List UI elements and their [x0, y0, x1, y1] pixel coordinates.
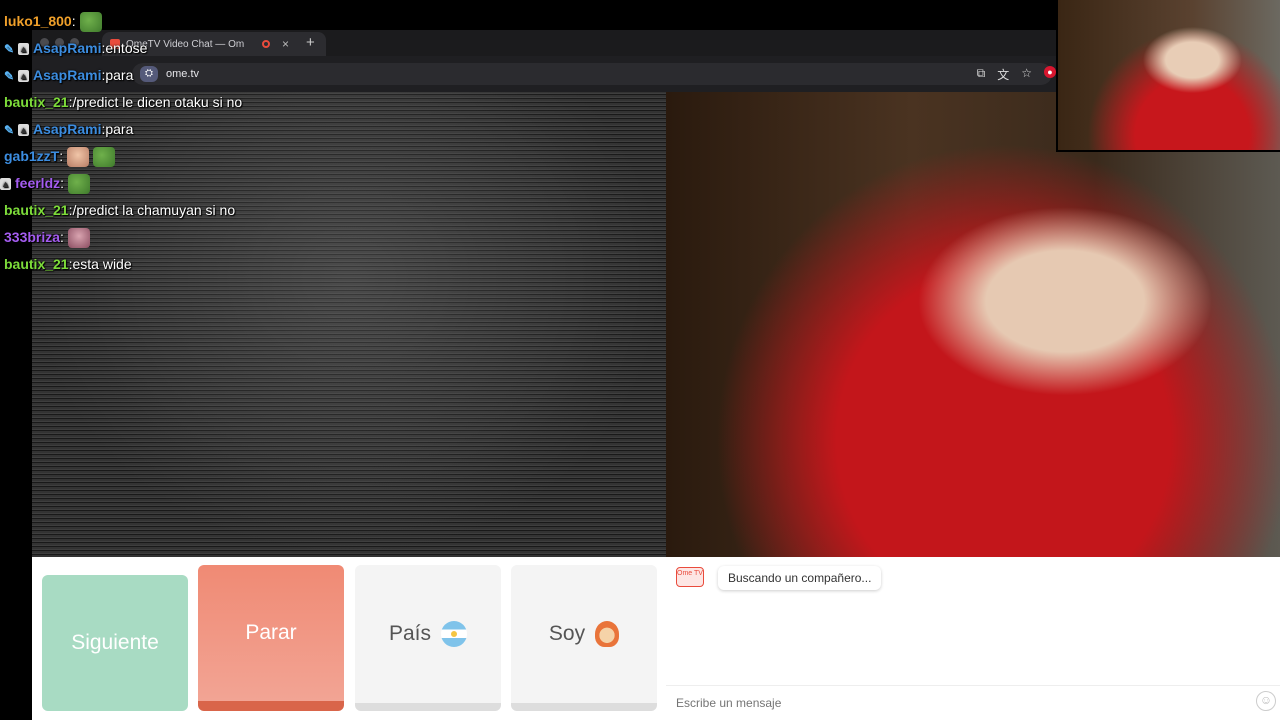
moderator-badge-icon: ✎: [3, 68, 15, 83]
stop-button-label: Parar: [245, 621, 297, 644]
moderator-badge-icon: ✎: [3, 122, 15, 137]
subscriber-badge-icon: ▲: [0, 177, 11, 190]
moderator-badge-icon: ✎: [3, 41, 15, 56]
chat-line: gab1zzT:: [0, 143, 420, 170]
chat-line: bautix_21: esta wide: [0, 251, 420, 278]
chat-line: ▲ feerldz:: [0, 170, 420, 197]
next-button-label: Siguiente: [71, 631, 159, 654]
chat-message: entose: [105, 40, 148, 56]
face2-emote-icon: [67, 227, 90, 248]
bookmark-star-icon[interactable]: ☆: [1021, 66, 1032, 83]
chat-line: ✎ ▲ AsapRami: para: [0, 62, 420, 89]
subscriber-badge-icon: ▲: [18, 42, 29, 55]
text-chat-panel: Ome TV Buscando un compañero... ☺: [666, 557, 1280, 720]
ometv-logo-icon: Ome TV: [676, 567, 704, 587]
chat-username[interactable]: bautix_21: [4, 89, 69, 116]
chat-username[interactable]: 333briza: [4, 224, 60, 251]
chat-username[interactable]: bautix_21: [4, 251, 69, 278]
chat-message: /predict la chamuyan si no: [72, 202, 236, 218]
chat-username[interactable]: bautix_21: [4, 197, 69, 224]
chat-line: 333briza:: [0, 224, 420, 251]
chat-message: /predict le dicen otaku si no: [72, 94, 243, 110]
chat-message: para: [105, 121, 134, 137]
chat-username[interactable]: feerldz: [15, 170, 60, 197]
country-button[interactable]: País: [355, 565, 501, 711]
chat-line: ✎ ▲ AsapRami: entose: [0, 35, 420, 62]
extension-icon[interactable]: ●: [1044, 66, 1056, 78]
chat-separator: :: [71, 13, 76, 29]
chat-username[interactable]: luko1_800: [4, 8, 72, 35]
pepe-emote-icon: [68, 173, 91, 194]
chat-username[interactable]: AsapRami: [33, 62, 101, 89]
message-input[interactable]: [666, 685, 1280, 720]
status-message: Buscando un compañero...: [718, 566, 882, 590]
gender-button-label: Soy: [548, 622, 586, 645]
chat-separator: :: [59, 148, 64, 164]
stream-chat-overlay: luko1_800: ✎ ▲ AsapRami: entose ✎ ▲ AsapRami:…: [0, 8, 420, 278]
self-video: [666, 92, 1280, 557]
face-emote-icon: [67, 146, 90, 167]
chat-username[interactable]: gab1zzT: [4, 143, 59, 170]
gender-button[interactable]: Soy: [511, 565, 657, 711]
chat-separator: :: [60, 175, 65, 191]
control-panel: Siguiente Parar ➚ País Soy: [32, 557, 666, 720]
pepe-emote-icon: [79, 11, 102, 32]
chat-line: bautix_21: /predict le dicen otaku si no: [0, 89, 420, 116]
translate-icon[interactable]: 文: [997, 66, 1009, 83]
toolbar-icons: ⧉ 文 ☆ ●: [977, 66, 1056, 83]
chat-message: para: [105, 67, 134, 83]
argentina-flag-icon: [441, 621, 468, 647]
chat-username[interactable]: AsapRami: [33, 35, 101, 62]
chat-line: ✎ ▲ AsapRami: para: [0, 116, 420, 143]
install-app-icon[interactable]: ⧉: [977, 66, 986, 83]
chat-message: esta wide: [72, 256, 132, 272]
chat-username[interactable]: AsapRami: [33, 116, 101, 143]
streamer-webcam-overlay: [1056, 0, 1280, 152]
next-button[interactable]: Siguiente: [42, 575, 188, 711]
chat-line: luko1_800:: [0, 8, 420, 35]
chat-separator: :: [60, 229, 64, 245]
emoji-icon[interactable]: ☺: [1256, 691, 1276, 711]
subscriber-badge-icon: ▲: [18, 69, 29, 82]
subscriber-badge-icon: ▲: [18, 123, 29, 136]
pepe-emote-icon: [93, 146, 116, 167]
stop-button[interactable]: Parar ➚: [198, 565, 472, 711]
chat-line: bautix_21: /predict la chamuyan si no: [0, 197, 420, 224]
woman-avatar-icon: [595, 621, 620, 647]
country-button-label: País: [388, 622, 432, 645]
